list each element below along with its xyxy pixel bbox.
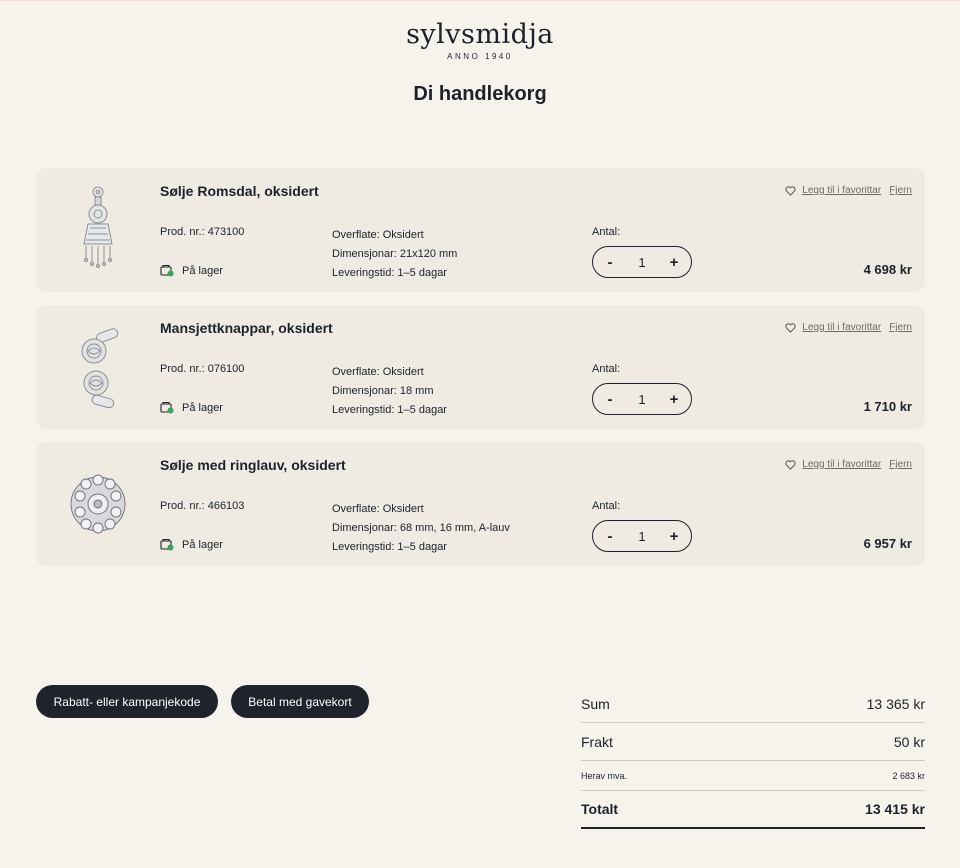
stock-label: På lager: [182, 538, 223, 551]
vat-value: 2 683 kr: [892, 770, 925, 781]
remove-link[interactable]: Fjern: [889, 459, 912, 470]
item-actions: Legg til i favorittar Fjern: [785, 459, 912, 470]
in-stock-icon: [160, 401, 174, 414]
item-title[interactable]: Sølje Romsdal, oksidert: [160, 183, 319, 199]
giftcard-button[interactable]: Betal med gavekort: [231, 685, 369, 718]
item-actions: Legg til i favorittar Fjern: [785, 322, 912, 333]
item-title[interactable]: Mansjettknappar, oksidert: [160, 320, 333, 336]
prod-nr-label: Prod. nr.:: [160, 500, 205, 512]
heart-icon: [785, 322, 796, 333]
item-actions: Legg til i favorittar Fjern: [785, 185, 912, 196]
add-favorite-link[interactable]: Legg til i favorittar: [785, 185, 881, 196]
remove-link[interactable]: Fjern: [889, 185, 912, 196]
brand-logo[interactable]: sylvsmidja ANNO 1940: [0, 19, 960, 61]
decrease-button[interactable]: -: [603, 391, 617, 408]
total-value: 13 415 kr: [865, 801, 925, 817]
ring-leaf-brooch-icon: [70, 474, 126, 534]
spec-surface: Overflate: Oksidert: [332, 229, 424, 241]
total-label: Totalt: [581, 801, 619, 817]
cart-item: Sølje Romsdal, oksidert Prod. nr.: 47310…: [36, 168, 925, 292]
spec-delivery: Leveringstid: 1–5 dagar: [332, 267, 447, 279]
prod-nr: Prod. nr.: 473100: [160, 226, 244, 238]
summary-shipping-row: Frakt 50 kr: [581, 723, 925, 761]
prod-nr-value: 473100: [207, 226, 245, 238]
heart-icon: [785, 185, 796, 196]
in-stock-icon: [160, 538, 174, 551]
sum-value: 13 365 kr: [866, 695, 925, 712]
quantity-label: Antal:: [592, 500, 621, 512]
brand-tagline: ANNO 1940: [447, 52, 513, 61]
decrease-button[interactable]: -: [603, 528, 617, 545]
item-price: 1 710 kr: [863, 399, 912, 414]
spec-dimensions: Dimensjonar: 68 mm, 16 mm, A-lauv: [332, 522, 510, 534]
increase-button[interactable]: +: [667, 391, 681, 408]
item-specs: Overflate: Oksidert Dimensjonar: 68 mm, …: [332, 500, 510, 557]
stock-status: På lager: [160, 401, 223, 414]
quantity-value: 1: [638, 254, 646, 270]
cart-item: Sølje med ringlauv, oksidert Prod. nr.: …: [36, 442, 925, 566]
quantity-stepper: - 1 +: [592, 383, 692, 415]
quantity-label: Antal:: [592, 363, 621, 375]
discount-code-button[interactable]: Rabatt- eller kampanjekode: [36, 685, 218, 718]
prod-nr-label: Prod. nr.:: [160, 226, 205, 238]
page-title: Di handlekorg: [413, 83, 547, 105]
spec-surface: Overflate: Oksidert: [332, 366, 424, 378]
in-stock-icon: [160, 264, 174, 277]
summary-vat-row: Herav mva. 2 683 kr: [581, 761, 925, 791]
cart-item: Mansjettknappar, oksidert Prod. nr.: 076…: [36, 305, 925, 429]
shipping-label: Frakt: [581, 733, 613, 750]
decrease-button[interactable]: -: [603, 254, 617, 271]
prod-nr-value: 076100: [207, 363, 245, 375]
order-summary: Sum 13 365 kr Frakt 50 kr Herav mva. 2 6…: [581, 685, 925, 829]
prod-nr: Prod. nr.: 076100: [160, 363, 244, 375]
item-title[interactable]: Sølje med ringlauv, oksidert: [160, 457, 346, 473]
stock-label: På lager: [182, 401, 223, 414]
spec-dimensions: Dimensjonar: 18 mm: [332, 385, 434, 397]
summary-sum-row: Sum 13 365 kr: [581, 685, 925, 723]
increase-button[interactable]: +: [667, 254, 681, 271]
quantity-stepper: - 1 +: [592, 246, 692, 278]
add-favorite-link[interactable]: Legg til i favorittar: [785, 459, 881, 470]
favorite-label[interactable]: Legg til i favorittar: [802, 459, 881, 470]
shipping-value: 50 kr: [893, 733, 925, 750]
item-specs: Overflate: Oksidert Dimensjonar: 21x120 …: [332, 226, 457, 283]
quantity-label: Antal:: [592, 226, 621, 238]
remove-link[interactable]: Fjern: [889, 322, 912, 333]
favorite-label[interactable]: Legg til i favorittar: [802, 322, 881, 333]
increase-button[interactable]: +: [667, 528, 681, 545]
brooch-romsdal-icon: [83, 186, 113, 268]
quantity-value: 1: [638, 391, 646, 407]
item-price: 4 698 kr: [863, 262, 912, 277]
heart-icon: [785, 459, 796, 470]
summary-total-row: Totalt 13 415 kr: [581, 791, 925, 829]
spec-dimensions: Dimensjonar: 21x120 mm: [332, 248, 458, 260]
quantity-stepper: - 1 +: [592, 520, 692, 552]
sum-label: Sum: [581, 695, 610, 712]
favorite-label[interactable]: Legg til i favorittar: [802, 185, 881, 196]
cufflinks-icon: [81, 328, 119, 409]
brand-name: sylvsmidja: [406, 19, 554, 50]
vat-label: Herav mva.: [581, 770, 628, 781]
item-specs: Overflate: Oksidert Dimensjonar: 18 mm L…: [332, 363, 447, 420]
add-favorite-link[interactable]: Legg til i favorittar: [785, 322, 881, 333]
stock-status: På lager: [160, 264, 223, 277]
prod-nr-label: Prod. nr.:: [160, 363, 205, 375]
prod-nr: Prod. nr.: 466103: [160, 500, 244, 512]
spec-delivery: Leveringstid: 1–5 dagar: [332, 404, 447, 416]
spec-delivery: Leveringstid: 1–5 dagar: [332, 541, 447, 553]
quantity-value: 1: [638, 528, 646, 544]
spec-surface: Overflate: Oksidert: [332, 503, 424, 515]
prod-nr-value: 466103: [207, 500, 245, 512]
item-price: 6 957 kr: [863, 536, 912, 551]
stock-label: På lager: [182, 264, 223, 277]
stock-status: På lager: [160, 538, 223, 551]
